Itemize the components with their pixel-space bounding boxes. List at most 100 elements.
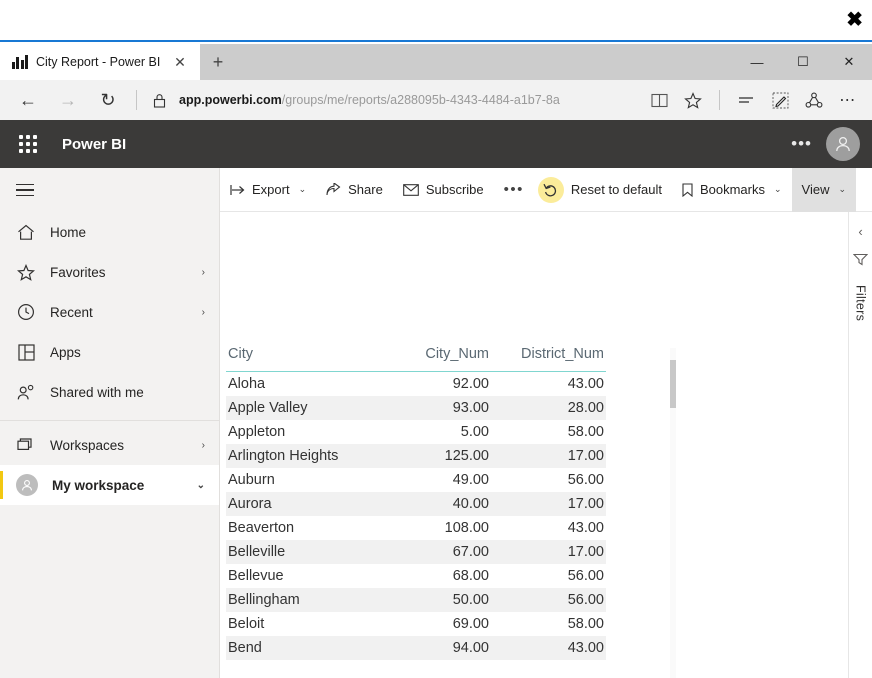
avatar[interactable]	[826, 127, 860, 161]
table-cell: Belleville	[226, 540, 376, 564]
user-avatar-icon	[16, 474, 38, 496]
close-icon[interactable]: ✖	[842, 10, 866, 30]
browser-address-bar: ← → ↻ app.powerbi.com/groups/me/reports/…	[0, 80, 872, 120]
table-cell: 43.00	[491, 372, 606, 397]
table-row[interactable]: Bellevue68.0056.00	[226, 564, 606, 588]
column-header-district-num[interactable]: District_Num	[491, 342, 606, 372]
table-row[interactable]: Beaverton108.0043.00	[226, 516, 606, 540]
subscribe-button[interactable]: Subscribe	[393, 168, 494, 212]
filter-funnel-icon	[853, 253, 868, 271]
overlay-bar: ✖	[0, 0, 872, 42]
chevron-down-icon: ⌄	[839, 184, 847, 195]
bookmarks-label: Bookmarks	[700, 182, 765, 197]
table-cell: 56.00	[491, 588, 606, 612]
share-button[interactable]: Share	[316, 168, 393, 212]
header-more-button[interactable]: •••	[791, 134, 812, 154]
filters-pane[interactable]: ‹ Filters	[848, 212, 872, 678]
scrollbar-thumb[interactable]	[670, 360, 676, 408]
back-icon[interactable]: ←	[8, 82, 48, 118]
share-icon[interactable]	[798, 84, 830, 116]
bookmarks-button[interactable]: Bookmarks ⌄	[672, 168, 792, 212]
star-icon	[16, 264, 36, 281]
browser-tab-title: City Report - Power BI	[36, 55, 160, 69]
table-cell: Arlington Heights	[226, 444, 376, 468]
reset-icon	[538, 177, 564, 203]
refresh-icon[interactable]: ↻	[88, 82, 128, 118]
home-icon	[16, 224, 36, 241]
url-text[interactable]: app.powerbi.com/groups/me/reports/a28809…	[173, 93, 643, 107]
maximize-button[interactable]: ☐	[780, 44, 826, 80]
close-icon[interactable]: ✕	[168, 50, 192, 74]
sidebar-item-apps[interactable]: Apps	[0, 332, 219, 372]
nav-collapse-button[interactable]	[0, 168, 219, 212]
table-cell: 67.00	[376, 540, 491, 564]
export-button[interactable]: Export ⌄	[220, 168, 316, 212]
table-row[interactable]: Belleville67.0017.00	[226, 540, 606, 564]
powerbi-header: Power BI •••	[0, 120, 872, 168]
table-cell: 43.00	[491, 516, 606, 540]
hub-icon[interactable]	[730, 84, 762, 116]
table-cell: 56.00	[491, 564, 606, 588]
sidebar-item-shared-with-me[interactable]: Shared with me	[0, 372, 219, 412]
settings-ellipsis-icon[interactable]: ⋯	[832, 84, 864, 116]
browser-toolbar-icons: ⋯	[643, 84, 864, 116]
table-row[interactable]: Bend94.0043.00	[226, 636, 606, 660]
data-table: City City_Num District_Num Aloha92.0043.…	[226, 342, 606, 660]
sidebar-item-my-workspace[interactable]: My workspace ⌄	[0, 465, 219, 505]
apps-icon	[16, 344, 36, 361]
table-row[interactable]: Arlington Heights125.0017.00	[226, 444, 606, 468]
minimize-button[interactable]: —	[734, 44, 780, 80]
chevron-down-icon: ⌄	[299, 184, 307, 195]
powerbi-brand[interactable]: Power BI	[62, 136, 126, 153]
sidebar-item-label: Shared with me	[50, 385, 191, 400]
report-command-bar: Export ⌄ Share Subscribe ••• Reset to de…	[220, 168, 872, 212]
window-close-button[interactable]: ✕	[826, 44, 872, 80]
table-cell: Beloit	[226, 612, 376, 636]
table-cell: Bend	[226, 636, 376, 660]
view-button[interactable]: View ⌄	[792, 168, 857, 212]
clock-icon	[16, 303, 36, 321]
table-cell: 49.00	[376, 468, 491, 492]
table-cell: 28.00	[491, 396, 606, 420]
sidebar-item-favorites[interactable]: Favorites ›	[0, 252, 219, 292]
table-row[interactable]: Appleton5.0058.00	[226, 420, 606, 444]
column-header-city[interactable]: City	[226, 342, 376, 372]
more-commands-button[interactable]: •••	[494, 181, 534, 198]
table-cell: 58.00	[491, 612, 606, 636]
sidebar-item-workspaces[interactable]: Workspaces ›	[0, 425, 219, 465]
new-tab-button[interactable]: +	[206, 50, 230, 74]
subscribe-label: Subscribe	[426, 182, 484, 197]
table-row[interactable]: Apple Valley93.0028.00	[226, 396, 606, 420]
sidebar-item-label: Apps	[50, 345, 191, 360]
sidebar-item-label: Favorites	[50, 265, 188, 280]
forward-icon[interactable]: →	[48, 82, 88, 118]
table-row[interactable]: Auburn49.0056.00	[226, 468, 606, 492]
sidebar-item-home[interactable]: Home	[0, 212, 219, 252]
reset-to-default-button[interactable]: Reset to default	[534, 168, 672, 212]
table-cell: 92.00	[376, 372, 491, 397]
reading-view-icon[interactable]	[643, 84, 675, 116]
table-cell: 17.00	[491, 540, 606, 564]
table-cell: Apple Valley	[226, 396, 376, 420]
browser-tab[interactable]: City Report - Power BI ✕	[0, 44, 200, 80]
table-row[interactable]: Beloit69.0058.00	[226, 612, 606, 636]
sidebar-item-recent[interactable]: Recent ›	[0, 292, 219, 332]
table-cell: Aloha	[226, 372, 376, 397]
visual-scrollbar[interactable]	[670, 348, 676, 678]
column-header-city-num[interactable]: City_Num	[376, 342, 491, 372]
app-launcher-icon[interactable]	[12, 128, 44, 160]
table-cell: 108.00	[376, 516, 491, 540]
table-visual[interactable]: City City_Num District_Num Aloha92.0043.…	[226, 342, 606, 660]
web-note-icon[interactable]	[764, 84, 796, 116]
table-row[interactable]: Bellingham50.0056.00	[226, 588, 606, 612]
chevron-right-icon: ›	[202, 267, 205, 278]
chevron-right-icon: ›	[202, 307, 205, 318]
filters-label: Filters	[854, 285, 868, 321]
table-cell: 43.00	[491, 636, 606, 660]
table-row[interactable]: Aloha92.0043.00	[226, 372, 606, 397]
chevron-left-icon[interactable]: ‹	[858, 224, 862, 239]
favorite-star-icon[interactable]	[677, 84, 709, 116]
sidebar-item-label: My workspace	[52, 478, 183, 493]
window-controls: — ☐ ✕	[734, 44, 872, 80]
table-row[interactable]: Aurora40.0017.00	[226, 492, 606, 516]
